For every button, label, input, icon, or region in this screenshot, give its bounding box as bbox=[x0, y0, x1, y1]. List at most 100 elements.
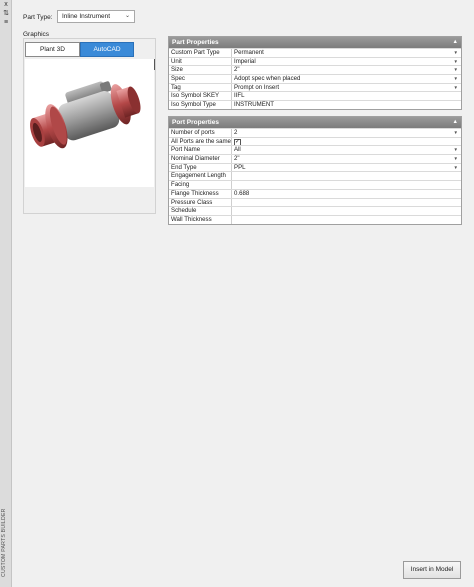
property-value-text: 0.688 bbox=[234, 189, 250, 197]
part-properties-title: Part Properties bbox=[172, 39, 219, 46]
property-row: Iso Symbol SKEY IIFL bbox=[169, 91, 461, 101]
property-name: Flange Thickness bbox=[169, 189, 232, 198]
collapse-icon[interactable]: ▲ bbox=[453, 117, 458, 128]
property-row: End Type PPL ▼ bbox=[169, 162, 461, 172]
property-value[interactable]: Adopt spec when placed ▼ bbox=[232, 75, 461, 83]
tab-plant-3d-shape[interactable]: Plant 3D Shape bbox=[25, 42, 80, 66]
property-value-text: Prompt on Insert bbox=[234, 83, 280, 91]
property-name: Nominal Diameter bbox=[169, 155, 232, 163]
property-name: All Ports are the same bbox=[169, 137, 232, 146]
part-properties-grid: Part Properties ▲ Custom Part Type Perman… bbox=[168, 36, 462, 110]
graphics-panel: Plant 3D Shape AutoCAD Block X bbox=[23, 38, 156, 214]
property-row: Flange Thickness 0.688 bbox=[169, 188, 461, 198]
part-type-select[interactable]: Inline Instrument ⌄ bbox=[57, 10, 135, 23]
property-name: End Type bbox=[169, 163, 232, 172]
property-value-text: PPL bbox=[234, 163, 246, 171]
property-value[interactable]: Permanent ▼ bbox=[232, 49, 461, 57]
property-name: Engagement Length bbox=[169, 172, 232, 181]
property-name: Spec bbox=[169, 75, 232, 83]
property-row: Wall Thickness bbox=[169, 214, 461, 224]
checkbox[interactable]: ✓ bbox=[234, 138, 241, 146]
property-value-text: 2 bbox=[234, 129, 238, 136]
property-value[interactable]: 0.688 bbox=[232, 190, 461, 198]
port-properties-title: Port Properties bbox=[172, 119, 219, 126]
property-value[interactable] bbox=[232, 199, 461, 207]
port-properties-header[interactable]: Port Properties ▲ bbox=[169, 117, 461, 128]
property-value-text: 2" bbox=[234, 155, 240, 163]
property-row: Size 2" ▼ bbox=[169, 65, 461, 75]
property-value-text: Permanent bbox=[234, 49, 264, 56]
property-name: Tag bbox=[169, 83, 232, 92]
property-value[interactable]: All ▼ bbox=[232, 146, 461, 154]
property-row: Pressure Class bbox=[169, 197, 461, 207]
property-row: Port Name All ▼ bbox=[169, 145, 461, 155]
property-value[interactable]: ✓ bbox=[232, 138, 461, 146]
property-name: Iso Symbol Type bbox=[169, 101, 232, 109]
property-value[interactable]: 2" ▼ bbox=[232, 155, 461, 163]
property-row: All Ports are the same ✓ bbox=[169, 136, 461, 146]
property-value[interactable]: Prompt on Insert ▼ bbox=[232, 84, 461, 92]
chevron-down-icon[interactable]: ▼ bbox=[454, 146, 458, 154]
property-name: Iso Symbol SKEY bbox=[169, 92, 232, 101]
palette-side-strip: x ⇅ ≡ CUSTOM PARTS BUILDER bbox=[0, 0, 12, 587]
port-properties-grid: Port Properties ▲ Number of ports 2 ▼ All P… bbox=[168, 116, 462, 225]
property-value[interactable]: 2" ▼ bbox=[232, 66, 461, 74]
inline-instrument-model bbox=[30, 81, 141, 149]
part-type-value: Inline Instrument bbox=[62, 13, 111, 20]
property-value-text: INSTRUMENT bbox=[234, 101, 274, 109]
chevron-down-icon[interactable]: ▼ bbox=[454, 75, 458, 83]
properties-menu-icon[interactable]: ≡ bbox=[0, 18, 12, 27]
collapse-icon[interactable]: ▲ bbox=[453, 37, 458, 48]
property-value[interactable]: 2 ▼ bbox=[232, 129, 461, 137]
chevron-down-icon[interactable]: ▼ bbox=[454, 58, 458, 66]
property-value-text: IIFL bbox=[234, 92, 245, 100]
chevron-down-icon[interactable]: ▼ bbox=[454, 129, 458, 137]
property-name: Schedule bbox=[169, 207, 232, 215]
property-name: Size bbox=[169, 66, 232, 75]
property-row: Nominal Diameter 2" ▼ bbox=[169, 154, 461, 163]
graphics-tabs: Plant 3D Shape AutoCAD Block bbox=[25, 42, 134, 66]
property-value-text: 2" bbox=[234, 66, 240, 74]
property-value-text: Imperial bbox=[234, 57, 256, 65]
property-name: Port Name bbox=[169, 146, 232, 155]
property-value[interactable] bbox=[232, 181, 461, 189]
port-properties-rows: Number of ports 2 ▼ All Ports are the same ✓… bbox=[169, 128, 461, 224]
property-name: Number of ports bbox=[169, 129, 232, 137]
chevron-down-icon[interactable]: ▼ bbox=[454, 84, 458, 92]
property-value-text: All bbox=[234, 146, 241, 154]
property-value[interactable]: Imperial ▼ bbox=[232, 58, 461, 66]
part-properties-header[interactable]: Part Properties ▲ bbox=[169, 37, 461, 48]
property-row: Schedule bbox=[169, 206, 461, 215]
part-properties-rows: Custom Part Type Permanent ▼ Unit Imperial ▼ S… bbox=[169, 48, 461, 109]
palette-title: CUSTOM PARTS BUILDER bbox=[1, 508, 7, 577]
property-value-text: Adopt spec when placed bbox=[234, 75, 301, 83]
property-name: Unit bbox=[169, 57, 232, 66]
close-palette-icon[interactable]: x bbox=[0, 0, 12, 9]
chevron-down-icon[interactable]: ▼ bbox=[454, 155, 458, 163]
main-panel: Part Type: Inline Instrument ⌄ Graphics … bbox=[13, 0, 474, 587]
chevron-down-icon[interactable]: ▼ bbox=[454, 66, 458, 74]
chevron-down-icon[interactable]: ▼ bbox=[454, 164, 458, 172]
property-value[interactable]: INSTRUMENT bbox=[232, 101, 461, 109]
property-name: Pressure Class bbox=[169, 198, 232, 207]
auto-hide-icon[interactable]: ⇅ bbox=[0, 9, 12, 18]
property-value[interactable]: PPL ▼ bbox=[232, 164, 461, 172]
graphics-label: Graphics bbox=[23, 31, 50, 38]
property-row: Tag Prompt on Insert ▼ bbox=[169, 82, 461, 92]
chevron-down-icon: ⌄ bbox=[124, 13, 130, 19]
part-preview-image bbox=[25, 59, 154, 187]
property-row: Iso Symbol Type INSTRUMENT bbox=[169, 100, 461, 109]
property-value[interactable]: IIFL bbox=[232, 92, 461, 100]
tab-autocad-block[interactable]: AutoCAD Block bbox=[80, 42, 134, 66]
property-name: Custom Part Type bbox=[169, 49, 232, 57]
chevron-down-icon[interactable]: ▼ bbox=[454, 49, 458, 57]
property-row: Number of ports 2 ▼ bbox=[169, 128, 461, 137]
property-row: Custom Part Type Permanent ▼ bbox=[169, 48, 461, 57]
part-type-label: Part Type: bbox=[23, 14, 53, 21]
property-value[interactable] bbox=[232, 172, 461, 180]
property-name: Facing bbox=[169, 181, 232, 189]
property-row: Engagement Length bbox=[169, 171, 461, 181]
property-value[interactable] bbox=[232, 216, 461, 224]
insert-in-model-button[interactable]: Insert in Model bbox=[403, 561, 461, 579]
property-value[interactable] bbox=[232, 207, 461, 215]
